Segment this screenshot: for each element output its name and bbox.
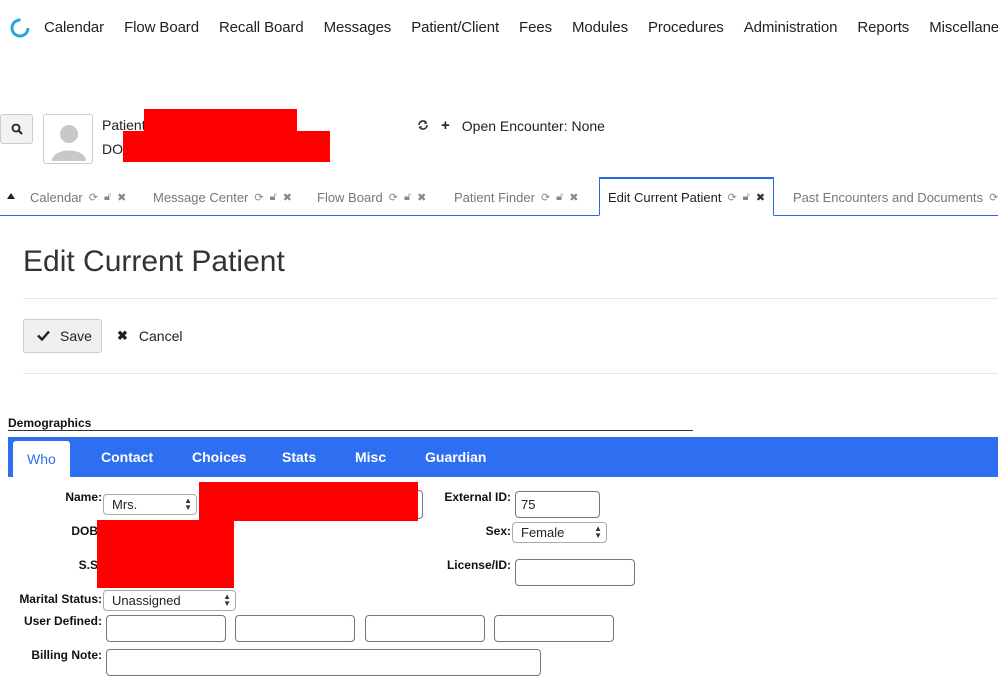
billing-note-label: Billing Note:: [31, 648, 102, 662]
patient-search-button[interactable]: [0, 114, 33, 144]
tab-flow-board[interactable]: Flow Board ⟳ 🔓︎ ✖: [317, 178, 426, 216]
marital-status-label: Marital Status:: [19, 592, 102, 606]
refresh-icon[interactable]: ⟳: [989, 191, 998, 204]
save-button-label: Save: [60, 328, 92, 344]
close-icon[interactable]: ✖: [283, 191, 292, 204]
user-defined-field-4[interactable]: [494, 615, 614, 642]
menu-item-patient-client[interactable]: Patient/Client: [411, 19, 499, 36]
menu-item-flow-board[interactable]: Flow Board: [124, 19, 199, 36]
top-navigation: Calendar Flow Board Recall Board Message…: [0, 0, 998, 58]
close-icon[interactable]: ✖: [756, 191, 765, 204]
search-icon: [11, 123, 23, 135]
tab-label: Patient Finder: [454, 189, 535, 205]
external-id-label: External ID:: [444, 490, 511, 504]
menu-item-fees[interactable]: Fees: [519, 19, 552, 36]
refresh-icon[interactable]: ⟳: [727, 191, 736, 204]
redaction-patient-dob: [123, 131, 330, 162]
refresh-icon[interactable]: ⟳: [389, 191, 398, 204]
tab-contact[interactable]: Contact: [101, 437, 153, 477]
tab-misc[interactable]: Misc: [355, 437, 386, 477]
sex-label: Sex:: [485, 524, 511, 538]
cancel-button[interactable]: ✖ Cancel: [117, 319, 183, 353]
tab-message-center[interactable]: Message Center ⟳ 🔓︎ ✖: [153, 178, 292, 216]
redaction-name: [199, 482, 418, 521]
close-icon[interactable]: ✖: [117, 191, 126, 204]
refresh-icon[interactable]: ⟳: [254, 191, 263, 204]
ss-label: S.S: [78, 558, 98, 572]
redaction-dob-ss: [97, 520, 234, 588]
tab-label: Calendar: [30, 189, 83, 205]
marital-status-select[interactable]: Unassigned ▲ ▼: [103, 590, 236, 611]
unlock-icon[interactable]: 🔓︎: [270, 191, 277, 204]
menu-item-procedures[interactable]: Procedures: [648, 19, 724, 36]
unlock-icon[interactable]: 🔓︎: [104, 191, 111, 204]
tab-stats[interactable]: Stats: [282, 437, 316, 477]
license-id-label: License/ID:: [446, 558, 511, 572]
app-logo-icon[interactable]: [9, 17, 31, 39]
patient-avatar: [43, 114, 93, 164]
divider: [23, 373, 998, 374]
menu-item-messages[interactable]: Messages: [324, 19, 392, 36]
plus-icon[interactable]: +: [441, 117, 450, 134]
tab-bar: Calendar ⟳ 🔓︎ ✖ Message Center ⟳ 🔓︎ ✖ Fl…: [0, 177, 998, 216]
name-label: Name:: [65, 490, 102, 504]
checkmark-icon: [37, 328, 50, 344]
unlock-icon[interactable]: 🔓︎: [556, 191, 563, 204]
tab-past-encounters[interactable]: Past Encounters and Documents ⟳: [793, 178, 998, 216]
title-select[interactable]: Mrs. ▲ ▼: [103, 494, 197, 515]
menu-item-modules[interactable]: Modules: [572, 19, 628, 36]
user-silhouette-icon: [52, 125, 86, 161]
select-arrows-icon: ▲ ▼: [594, 524, 602, 540]
title-select-value: Mrs.: [112, 497, 138, 512]
dob-label: DOB: [71, 524, 98, 538]
page-title: Edit Current Patient: [23, 245, 285, 278]
refresh-icon[interactable]: [417, 118, 429, 134]
user-defined-field-3[interactable]: [365, 615, 485, 642]
menu-item-administration[interactable]: Administration: [744, 19, 838, 36]
external-id-field[interactable]: 75: [515, 491, 600, 518]
refresh-icon[interactable]: ⟳: [89, 191, 98, 204]
tab-label: Message Center: [153, 189, 249, 205]
menu-item-reports[interactable]: Reports: [857, 19, 909, 36]
sex-select[interactable]: Female ▲ ▼: [512, 522, 607, 543]
select-arrows-icon: ▲ ▼: [184, 496, 192, 512]
open-encounter-text: Open Encounter: None: [461, 117, 605, 134]
marital-status-value: Unassigned: [112, 593, 181, 608]
close-icon[interactable]: ✖: [417, 191, 426, 204]
demographics-tabs: Who Contact Choices Stats Misc Guardian: [8, 437, 998, 477]
tab-calendar[interactable]: Calendar ⟳ 🔓︎ ✖: [30, 178, 126, 216]
tab-patient-finder[interactable]: Patient Finder ⟳ 🔓︎ ✖: [454, 178, 579, 216]
tab-label: Edit Current Patient: [608, 189, 722, 205]
cancel-button-label: Cancel: [138, 328, 183, 344]
refresh-icon[interactable]: ⟳: [541, 191, 550, 204]
select-arrows-icon: ▲ ▼: [223, 592, 231, 608]
section-underline: [8, 430, 693, 431]
close-icon[interactable]: ✖: [569, 191, 578, 204]
user-defined-field-2[interactable]: [235, 615, 355, 642]
demographics-section-title: Demographics: [8, 416, 92, 430]
user-defined-label: User Defined:: [23, 614, 102, 628]
menu-item-calendar[interactable]: Calendar: [44, 19, 104, 36]
tab-label: Past Encounters and Documents: [793, 189, 984, 205]
patient-dob-label: DO: [102, 141, 123, 157]
menu-item-miscellaneous[interactable]: Miscellaneous: [929, 19, 998, 36]
tab-guardian[interactable]: Guardian: [425, 437, 486, 477]
menu-item-recall-board[interactable]: Recall Board: [219, 19, 304, 36]
open-encounter: + Open Encounter: None: [417, 117, 605, 134]
sex-select-value: Female: [521, 525, 565, 540]
save-button[interactable]: Save: [23, 319, 102, 353]
main-menu: Calendar Flow Board Recall Board Message…: [44, 19, 998, 36]
unlock-icon[interactable]: 🔓︎: [743, 191, 750, 204]
tab-who[interactable]: Who: [13, 441, 70, 477]
tab-label: Flow Board: [317, 189, 383, 205]
billing-note-field[interactable]: [106, 649, 541, 676]
tab-choices[interactable]: Choices: [192, 437, 246, 477]
divider: [23, 298, 998, 299]
tab-edit-current-patient[interactable]: Edit Current Patient ⟳ 🔓︎ ✖: [599, 177, 775, 216]
close-icon: ✖: [117, 328, 128, 343]
unlock-icon[interactable]: 🔓︎: [404, 191, 411, 204]
license-id-field[interactable]: [515, 559, 635, 586]
user-defined-field-1[interactable]: [106, 615, 226, 642]
